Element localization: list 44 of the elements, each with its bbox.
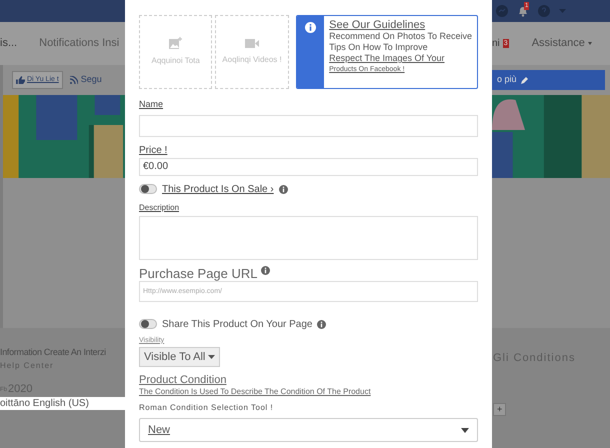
video-camera-icon [245, 38, 260, 48]
rss-icon [70, 76, 78, 84]
add-photo-icon [169, 37, 182, 49]
toggle-switch[interactable] [139, 184, 157, 194]
guidelines-text: Tips On How To Improve [329, 42, 429, 53]
chat-icon [496, 5, 508, 17]
field-label: Description [139, 202, 180, 214]
bell-icon [517, 5, 529, 17]
section-description: The Condition Is Used To Describe The Condition Of The Product [139, 386, 372, 398]
guidelines-link[interactable]: See Our Guidelines [329, 20, 472, 31]
guidelines-text: Respect The Images Of Your [329, 53, 446, 64]
field-label: Purchase Page URL [139, 266, 258, 280]
add-button[interactable]: + [493, 402, 506, 416]
caret-icon [588, 42, 592, 45]
follow-button[interactable]: Segu [66, 71, 105, 89]
nav-item[interactable]: is... [0, 35, 18, 52]
tile-label: Aoqlinqi Videos ! [222, 54, 282, 66]
condition-select[interactable]: New [139, 418, 478, 442]
share-label: Share This Product On Your Page [162, 318, 312, 332]
footer-links[interactable]: Information Create An Interzi [0, 346, 125, 360]
price-field[interactable]: €0.00 [139, 158, 478, 176]
nav-item[interactable]: ni [492, 36, 500, 51]
field-label: Roman Condition Selection Tool ! [139, 402, 274, 414]
tile-label: Aqquinoi Tota [152, 55, 200, 67]
section-title: Product Condition [139, 374, 228, 386]
thumbs-up-icon [16, 76, 25, 84]
visibility-dropdown[interactable]: Visible To All [139, 347, 220, 367]
edit-button[interactable]: o più [492, 70, 605, 90]
field-label: Name [139, 98, 164, 111]
pencil-icon [520, 76, 528, 84]
info-icon [278, 184, 288, 194]
language-links[interactable]: oittāno English (US) [0, 396, 89, 410]
help-icon [538, 5, 550, 17]
toggle-switch[interactable] [139, 319, 157, 329]
field-label: Price ! [139, 144, 168, 158]
sale-label: This Product Is On Sale › [162, 182, 274, 196]
info-icon [260, 266, 270, 274]
caret-icon [208, 355, 216, 359]
info-icon [304, 22, 316, 33]
caret-icon [461, 428, 469, 432]
info-icon [317, 320, 326, 328]
guidelines-text: Recommend On Photos To Receive [329, 31, 472, 42]
assistance-menu[interactable]: Assistance [532, 35, 585, 52]
nav-tab[interactable]: Notifications Insi [39, 35, 120, 52]
